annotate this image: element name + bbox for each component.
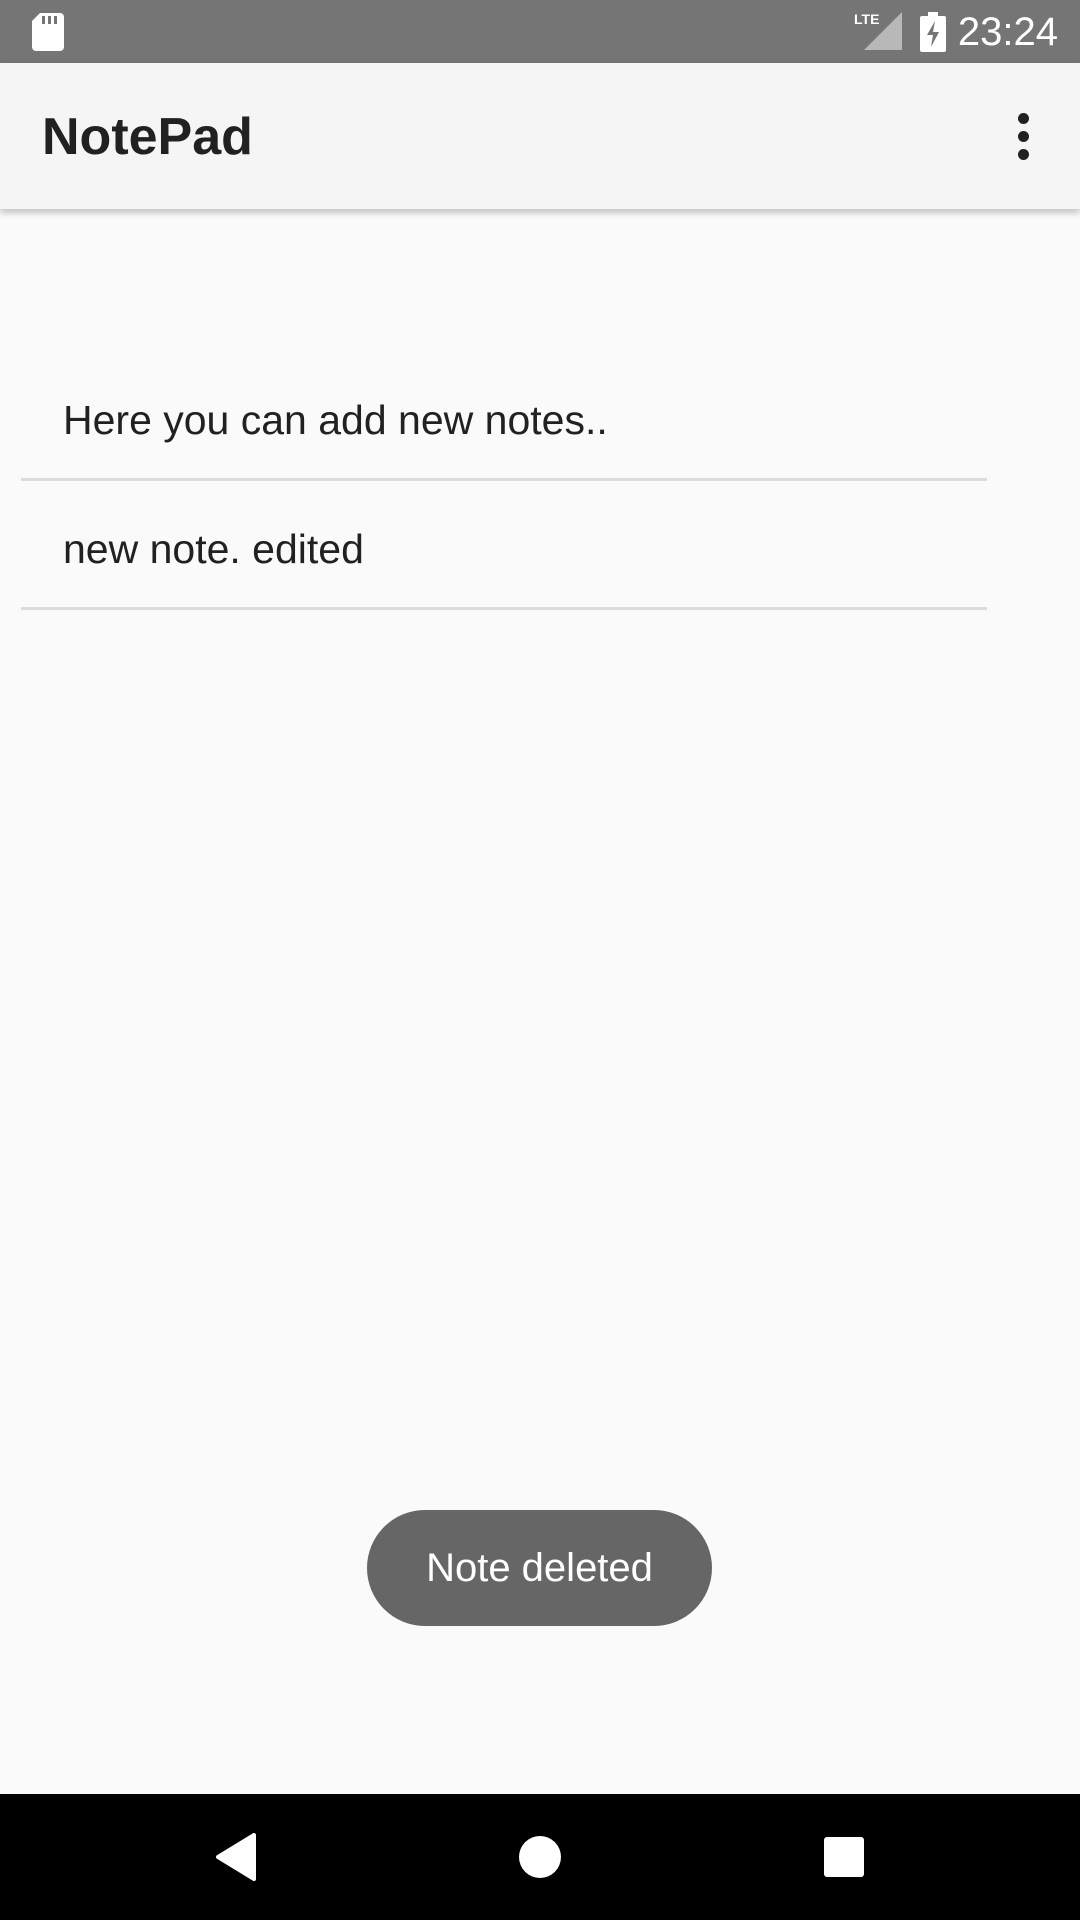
note-list-item[interactable]: new note. edited bbox=[21, 481, 987, 610]
app-bar: NotePad bbox=[0, 63, 1080, 209]
sd-card-icon bbox=[32, 13, 64, 51]
note-title: Here you can add new notes.. bbox=[63, 397, 608, 443]
back-button[interactable] bbox=[201, 1822, 271, 1892]
screen: LTE 23:24 NotePad Here you can add new n… bbox=[0, 0, 1080, 1920]
note-title: new note. edited bbox=[63, 526, 364, 572]
more-options-button[interactable] bbox=[998, 103, 1048, 169]
more-vert-icon-dot bbox=[1017, 130, 1029, 142]
toast: Note deleted bbox=[367, 1510, 712, 1626]
home-button[interactable] bbox=[505, 1822, 575, 1892]
more-vert-icon-dot bbox=[1017, 148, 1029, 160]
note-list-item[interactable]: Here you can add new notes.. bbox=[21, 352, 987, 481]
navigation-bar bbox=[0, 1794, 1080, 1920]
home-icon bbox=[519, 1836, 561, 1878]
app-title: NotePad bbox=[42, 108, 253, 166]
more-vert-icon bbox=[1017, 112, 1029, 124]
recents-icon bbox=[824, 1837, 864, 1877]
status-bar: LTE 23:24 bbox=[0, 0, 1080, 63]
battery-charging-icon bbox=[920, 12, 946, 52]
lte-signal-icon: LTE bbox=[854, 11, 902, 50]
toast-message: Note deleted bbox=[426, 1545, 653, 1590]
back-icon bbox=[216, 1833, 256, 1881]
notes-list: Here you can add new notes.. new note. e… bbox=[21, 352, 987, 610]
status-clock: 23:24 bbox=[957, 10, 1058, 54]
svg-text:LTE: LTE bbox=[854, 11, 879, 27]
recents-button[interactable] bbox=[809, 1822, 879, 1892]
